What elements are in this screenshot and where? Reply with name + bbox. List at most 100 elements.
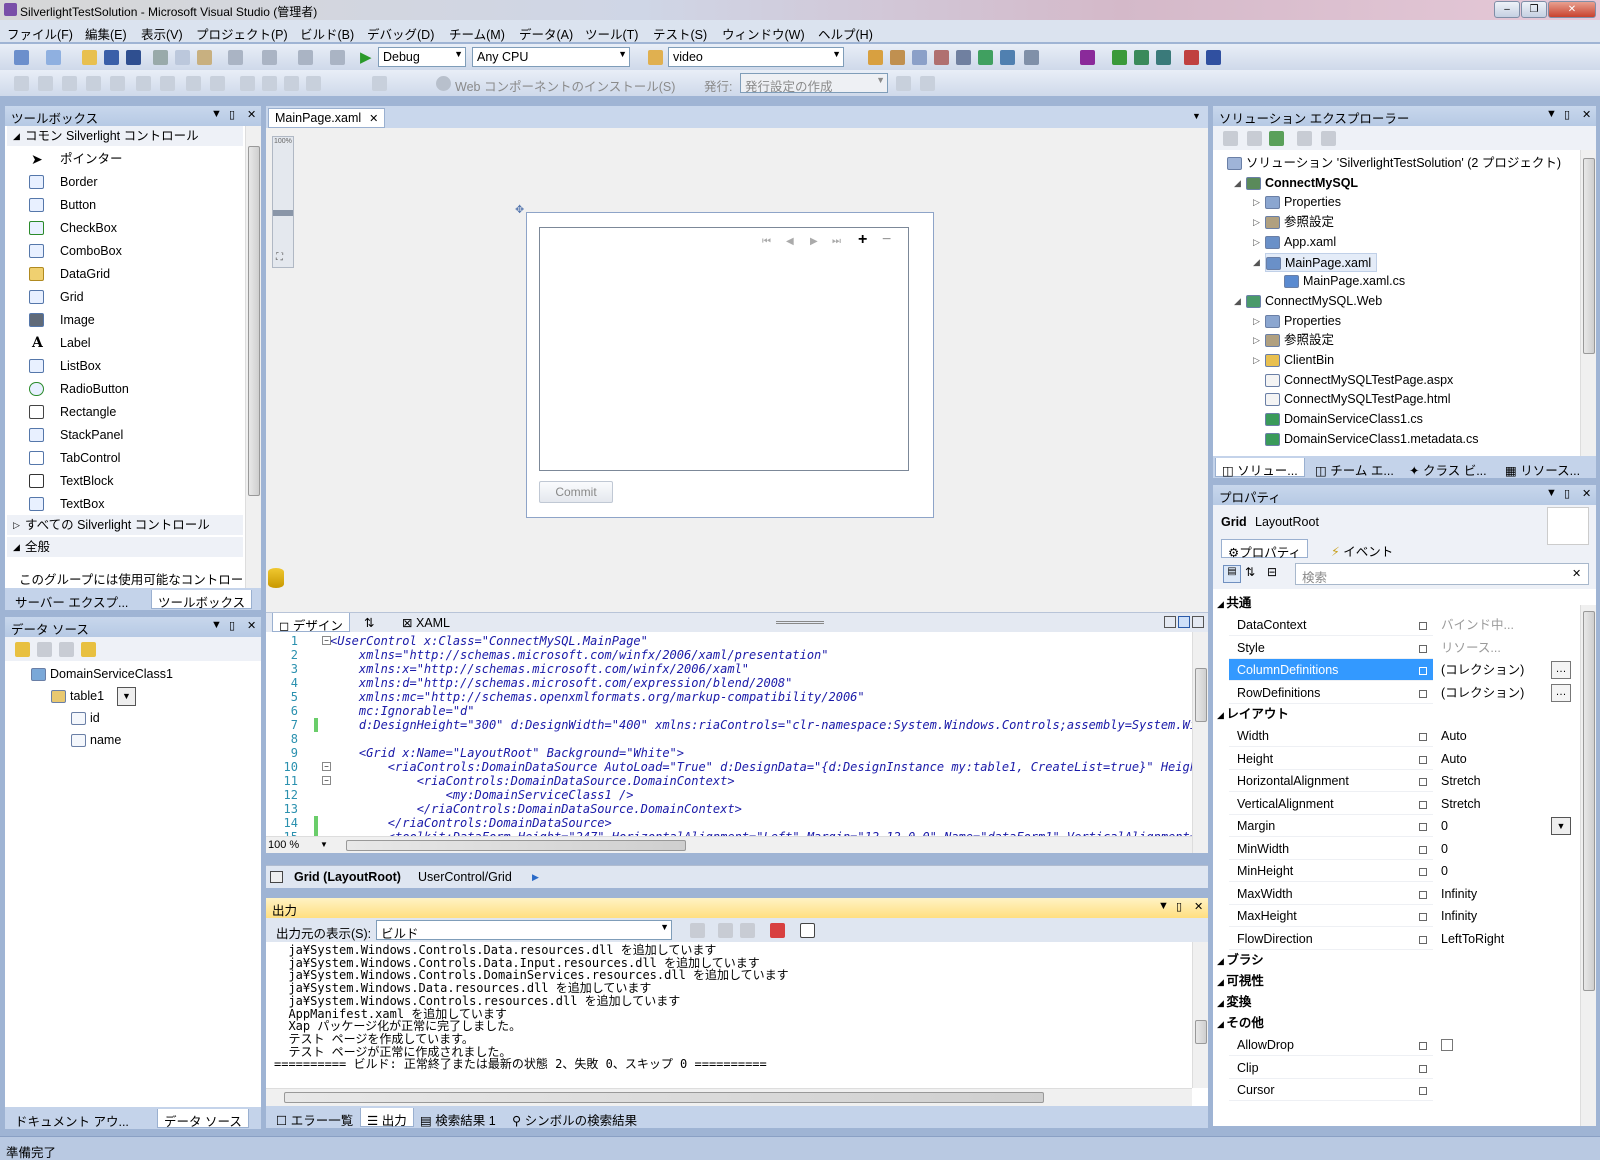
output-vscrollbar[interactable] — [1192, 942, 1208, 1088]
xaml-editor[interactable]: 1 <UserControl x:Class="ConnectMySQL.Main… — [266, 632, 1208, 853]
property-row[interactable]: MaxWidth Infinity — [1229, 882, 1575, 905]
property-value[interactable]: 0 — [1441, 815, 1448, 837]
property-value[interactable]: 0 — [1441, 860, 1448, 882]
copy-icon[interactable] — [175, 50, 190, 65]
tab-data-sources[interactable]: データ ソース — [157, 1109, 249, 1129]
data-icon[interactable] — [1000, 50, 1015, 65]
word-wrap-icon[interactable] — [800, 923, 815, 938]
close-icon[interactable]: ✕ — [1582, 108, 1591, 121]
allowdrop-checkbox[interactable] — [1441, 1039, 1453, 1051]
property-value[interactable]: 0 — [1441, 838, 1448, 860]
output-source-combo[interactable]: ビルド ▼ — [376, 920, 672, 940]
code-vscrollbar[interactable] — [1192, 632, 1208, 853]
navigate-back-icon[interactable] — [298, 50, 313, 65]
zoom-thumb[interactable] — [273, 210, 293, 216]
close-button[interactable]: ✕ — [1548, 1, 1596, 18]
step-out-icon[interactable] — [1156, 50, 1171, 65]
dropdown-icon[interactable]: ▼ — [211, 619, 222, 631]
expand-icon[interactable]: ▷ — [1253, 351, 1260, 370]
tab-list-dropdown-icon[interactable]: ▼ — [1192, 111, 1201, 121]
scroll-thumb[interactable] — [284, 1092, 1044, 1103]
fold-toggle-icon[interactable]: − — [322, 762, 331, 771]
swap-panes-button[interactable]: ⇅ — [358, 613, 380, 632]
property-value[interactable]: Infinity — [1441, 905, 1477, 927]
toolbox-item-textblock[interactable]: TextBlock — [29, 470, 239, 492]
property-row[interactable]: Margin 0 ▼ — [1229, 815, 1575, 837]
code-line[interactable]: <riaControls:DomainDataSource.DomainCont… — [330, 774, 735, 788]
comment-icon[interactable] — [186, 76, 201, 91]
step-into-icon[interactable] — [1112, 50, 1127, 65]
open-folder-icon[interactable] — [82, 50, 97, 65]
toolbox-section-all[interactable]: ▷ すべての Silverlight コントロール — [7, 515, 243, 535]
expand-icon[interactable]: ▷ — [1253, 213, 1260, 232]
property-value[interactable]: Auto — [1441, 725, 1467, 747]
tab-server-explorer[interactable]: サーバー エクスプ... — [9, 590, 134, 610]
tab-document-outline[interactable]: ドキュメント アウ... — [9, 1109, 135, 1129]
refresh-icon[interactable] — [1269, 131, 1284, 146]
code-line[interactable]: <riaControls:DomainDataSource AutoLoad="… — [330, 760, 1208, 774]
toolbox-item-label[interactable]: A Label — [29, 332, 239, 354]
minimize-button[interactable]: ‒ — [1494, 1, 1520, 18]
document-outline-icon[interactable] — [270, 871, 283, 883]
new-project-icon[interactable] — [14, 50, 29, 65]
tab-resource-view[interactable]: ▦ リソース... — [1499, 458, 1586, 478]
toolbox-item-radiobutton[interactable]: RadioButton — [29, 378, 239, 400]
clear-search-icon[interactable]: ✕ — [1572, 567, 1581, 580]
pin-icon[interactable]: ▯ — [1564, 108, 1570, 121]
toolbox-section-common[interactable]: ◢ コモン Silverlight コントロール — [7, 126, 243, 146]
tab-design[interactable]: ◻ デザイン — [272, 613, 350, 633]
alphabetical-view-icon[interactable]: ⇅ — [1245, 565, 1255, 579]
expand-icon[interactable]: ▷ — [1253, 233, 1260, 252]
property-row[interactable]: RowDefinitions (コレクション)… — [1229, 681, 1575, 704]
code-line[interactable]: xmlns:x="http://schemas.microsoft.com/wi… — [330, 662, 749, 676]
code-line[interactable]: </riaControls:DomainDataSource.DomainCon… — [330, 802, 742, 816]
scroll-thumb[interactable] — [248, 146, 260, 496]
close-icon[interactable]: ✕ — [1582, 487, 1591, 500]
align-left-icon[interactable] — [14, 76, 29, 91]
font-size-icon[interactable] — [86, 76, 101, 91]
web-install-button[interactable]: Web コンポーネントのインストール(S) — [455, 76, 675, 95]
expand-icon[interactable]: ▷ — [1253, 331, 1260, 350]
toolbox-item-pointer[interactable]: ➤ ポインター — [29, 148, 239, 170]
uncomment-icon[interactable] — [210, 76, 225, 91]
property-value-box[interactable] — [1433, 1056, 1575, 1079]
indent-icon[interactable] — [110, 76, 125, 91]
fold-toggle-icon[interactable]: − — [322, 776, 331, 785]
advanced-options-icon[interactable] — [1419, 800, 1427, 809]
splitter-grip[interactable] — [776, 621, 824, 624]
bookmark-clear-icon[interactable] — [372, 76, 387, 91]
properties-window-icon[interactable] — [890, 50, 905, 65]
config-combo[interactable]: Debug ▼ — [378, 47, 466, 67]
code-line[interactable]: </riaControls:DomainDataSource> — [330, 816, 612, 830]
save-all-icon[interactable] — [126, 50, 141, 65]
next-record-icon[interactable]: ▶ — [810, 236, 818, 247]
property-value[interactable]: Infinity — [1441, 883, 1477, 905]
property-value[interactable]: リソース... — [1441, 637, 1501, 659]
dropdown-icon[interactable]: ▼ — [1546, 108, 1557, 120]
advanced-options-icon[interactable] — [1419, 868, 1427, 876]
solution-explorer-icon[interactable] — [868, 50, 883, 65]
property-row[interactable]: MaxHeight Infinity — [1229, 905, 1575, 927]
properties-search-field[interactable]: 検索 ✕ — [1295, 563, 1589, 585]
property-row[interactable]: Width Auto — [1229, 725, 1575, 747]
toolbox-item-checkbox[interactable]: CheckBox — [29, 217, 239, 239]
view-designer-icon[interactable] — [1321, 131, 1336, 146]
dropdown-icon[interactable]: ▼ — [1158, 900, 1169, 912]
platform-combo[interactable]: Any CPU ▼ — [472, 47, 630, 67]
toolbox-item-rectangle[interactable]: Rectangle — [29, 401, 239, 423]
object-browser-icon[interactable] — [912, 50, 927, 65]
ellipsis-button[interactable]: … — [1551, 683, 1571, 702]
advanced-options-icon[interactable] — [1419, 689, 1427, 698]
advanced-options-icon[interactable] — [1419, 935, 1427, 944]
property-row[interactable]: Style リソース... — [1229, 636, 1575, 659]
find-in-files-icon[interactable] — [648, 50, 663, 65]
ellipsis-button[interactable]: … — [1551, 661, 1571, 679]
property-category[interactable]: ◢ その他 — [1217, 1013, 1577, 1034]
bookmark-folder-icon[interactable] — [306, 76, 321, 91]
save-icon[interactable] — [104, 50, 119, 65]
paste-icon[interactable] — [197, 50, 212, 65]
menu-view[interactable]: 表示(V) — [141, 24, 183, 43]
publish-combo[interactable]: 発行設定の作成 ▼ — [740, 73, 888, 93]
code-line[interactable]: <Grid x:Name="LayoutRoot" Background="Wh… — [330, 746, 684, 760]
code-line[interactable]: xmlns:mc="http://schemas.openxmlformats.… — [330, 690, 865, 704]
